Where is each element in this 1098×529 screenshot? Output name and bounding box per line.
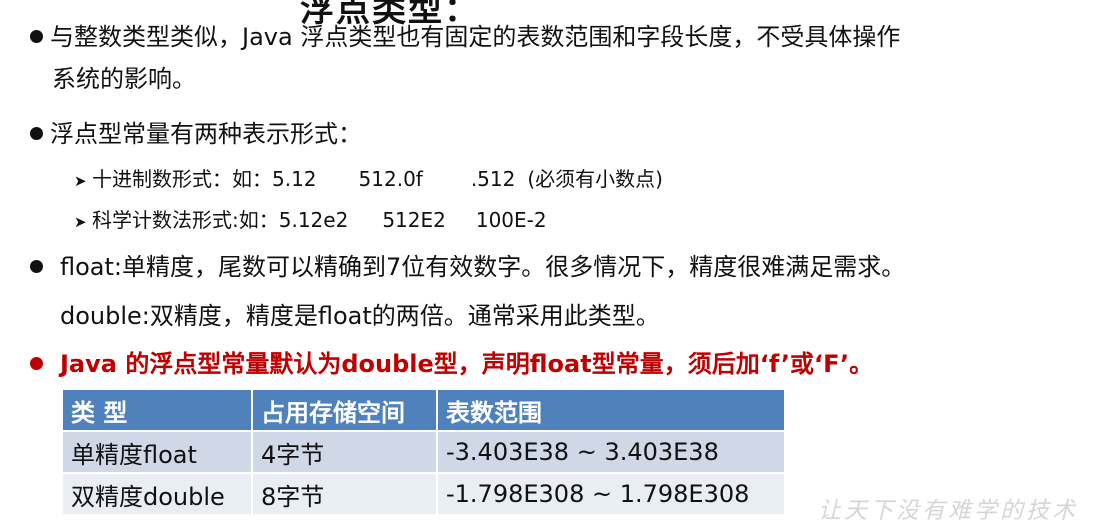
float-range-table: 类 型 占用存储空间 表数范围 单精度float 4字节 -3.403E38 ~… — [63, 390, 786, 514]
cell-range: -1.798E308 ~ 1.798E308 — [437, 472, 786, 514]
sub-item-label: 科学计数法形式:如： — [92, 208, 279, 232]
cell-storage: 4字节 — [252, 430, 438, 473]
cell-storage: 8字节 — [252, 472, 438, 514]
table-row: 单精度float 4字节 -3.403E38 ~ 3.403E38 — [63, 430, 786, 473]
bullet-dot-icon — [30, 29, 43, 43]
bullet-dot-icon — [30, 126, 43, 140]
sub-item-note: (必须有小数点) — [527, 167, 663, 191]
bullet-3-line-2: double:双精度，精度是float的两倍。通常采用此类型。 — [60, 302, 660, 330]
example-value: 512.0f — [358, 167, 423, 191]
bullet-dot-icon — [30, 356, 43, 370]
bullet-1-line-2: 系统的影响。 — [52, 65, 196, 93]
example-value: .512 — [470, 167, 516, 191]
bullet-3: float:单精度，尾数可以精确到7位有效数字。很多情况下，精度很难满足需求。 — [30, 250, 905, 284]
example-value: 5.12 — [272, 167, 317, 191]
bullet-1-line-1: 与整数类型类似，Java 浮点类型也有固定的表数范围和字段长度，不受具体操作 — [50, 23, 901, 51]
sub-item-scientific: ➤ 科学计数法形式:如：5.12e2 512E2 100E-2 — [74, 205, 547, 237]
sub-item-decimal: ➤ 十进制数形式：如：5.12 512.0f .512 (必须有小数点) — [74, 164, 663, 196]
bullet-1-continued: 系统的影响。 — [52, 62, 196, 96]
cell-type: 双精度double — [63, 472, 253, 514]
cell-range: -3.403E38 ~ 3.403E38 — [437, 430, 786, 473]
bullet-2-text: 浮点型常量有两种表示形式： — [50, 120, 362, 148]
bullet-3-line-1: float:单精度，尾数可以精确到7位有效数字。很多情况下，精度很难满足需求。 — [60, 253, 906, 281]
header-storage: 占用存储空间 — [252, 390, 438, 431]
header-range: 表数范围 — [437, 390, 786, 431]
example-value: 512E2 — [382, 208, 446, 232]
arrow-bullet-icon: ➤ — [74, 172, 87, 190]
bullet-4-text: Java 的浮点型常量默认为double型，声明float型常量，须后加‘f’或… — [60, 350, 874, 378]
cell-type: 单精度float — [63, 430, 253, 473]
table-row: 双精度double 8字节 -1.798E308 ~ 1.798E308 — [63, 472, 786, 514]
bullet-2: 浮点型常量有两种表示形式： — [30, 117, 362, 151]
header-type: 类 型 — [63, 390, 253, 431]
bullet-3-continued: double:双精度，精度是float的两倍。通常采用此类型。 — [60, 299, 660, 333]
bullet-4: Java 的浮点型常量默认为double型，声明float型常量，须后加‘f’或… — [30, 347, 873, 381]
arrow-bullet-icon: ➤ — [74, 213, 87, 231]
table-header-row: 类 型 占用存储空间 表数范围 — [63, 390, 786, 431]
watermark-text: 让天下没有难学的技术 — [818, 498, 1078, 524]
bullet-1: 与整数类型类似，Java 浮点类型也有固定的表数范围和字段长度，不受具体操作 — [30, 20, 900, 54]
example-value: 5.12e2 — [278, 208, 349, 232]
bullet-dot-icon — [30, 259, 43, 273]
example-value: 100E-2 — [475, 208, 547, 232]
sub-item-label: 十进制数形式：如： — [92, 167, 272, 191]
